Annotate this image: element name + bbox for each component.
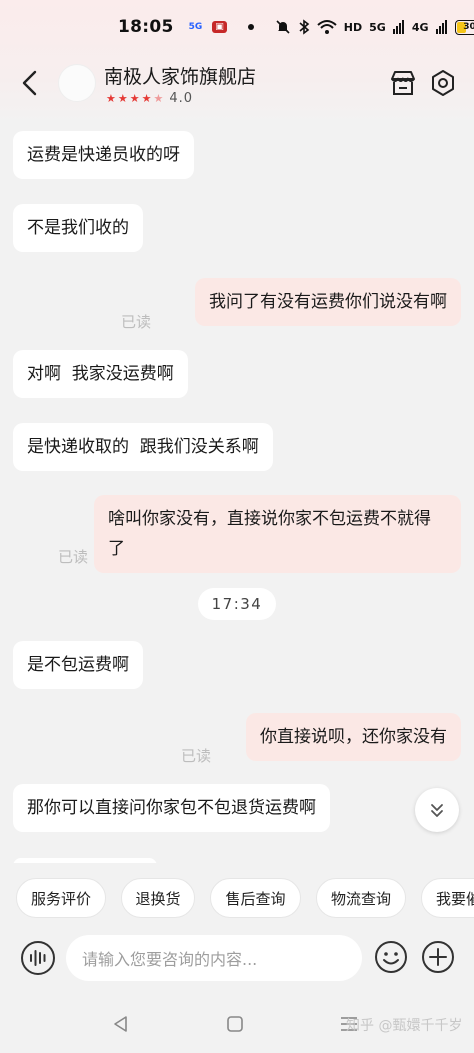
signal-5g-label: 5G	[369, 20, 386, 34]
system-nav-bar: 知乎 @甄嬛千千岁	[0, 995, 474, 1053]
nav-home-icon[interactable]	[224, 1013, 246, 1035]
signal-icon-2	[435, 20, 447, 34]
message-incoming[interactable]: 是快递收取的 跟我们没关系啊	[13, 423, 273, 471]
dot-icon	[247, 24, 254, 30]
message-incoming[interactable]: 对啊 我家没运费啊	[13, 350, 188, 398]
signal-icon	[392, 20, 404, 34]
star-icon: ★	[106, 92, 116, 105]
shop-name[interactable]: 南极人家饰旗舰店	[104, 62, 256, 89]
app-notification-icon: ▣	[212, 21, 227, 33]
message-incoming[interactable]: 不是我们收的	[13, 204, 143, 252]
wifi-icon	[317, 20, 337, 34]
signal-4g-label: 4G	[411, 20, 429, 34]
gear-icon[interactable]	[428, 68, 458, 98]
chip-service-review[interactable]: 服务评价	[16, 878, 106, 918]
star-empty-icon: ★	[153, 92, 164, 105]
message-incoming-partial	[13, 858, 157, 863]
bluetooth-icon	[299, 19, 310, 35]
read-status: 已读	[121, 313, 152, 331]
shop-rating: ★ ★ ★ ★ ★ 4.0	[106, 91, 193, 106]
mute-bell-icon	[276, 20, 290, 34]
nav-back-icon[interactable]	[110, 1013, 132, 1035]
battery-icon: 30	[454, 19, 474, 35]
star-icon: ★	[117, 92, 128, 105]
read-status: 已读	[58, 548, 89, 566]
chip-logistics[interactable]: 物流查询	[316, 878, 406, 918]
message-input[interactable]: 请输入您要咨询的内容...	[66, 935, 362, 981]
read-status: 已读	[181, 747, 212, 765]
watermark: 知乎 @甄嬛千千岁	[346, 1018, 463, 1034]
hd-icon: HD	[343, 20, 363, 34]
message-incoming[interactable]: 是不包运费啊	[13, 641, 143, 689]
chip-return-exchange[interactable]: 退换货	[121, 878, 195, 918]
status-icons: 5G ▣ HD 5G 4G 30	[186, 19, 474, 35]
back-arrow-icon[interactable]	[16, 68, 46, 98]
status-bar: 18:05 5G ▣ HD 5G 4G 30	[0, 0, 474, 54]
store-icon[interactable]	[388, 68, 418, 98]
star-icon: ★	[129, 92, 140, 105]
double-chevron-down-icon	[431, 804, 443, 817]
voice-icon[interactable]	[20, 940, 56, 976]
message-outgoing[interactable]: 我问了有没有运费你们说没有啊	[195, 278, 461, 326]
chip-urge[interactable]: 我要催	[421, 878, 474, 918]
time-divider: 17:34	[198, 588, 276, 620]
5g-network-icon: 5G	[188, 22, 203, 32]
chat-messages[interactable]: 运费是快递员收的呀 不是我们收的 已读 我问了有没有运费你们说没有啊 对啊 我家…	[0, 118, 474, 863]
battery-level: 30	[463, 22, 474, 32]
message-outgoing[interactable]: 啥叫你家没有，直接说你家不包运费不就得了	[94, 495, 461, 573]
message-incoming[interactable]: 那你可以直接问你家包不包退货运费啊	[13, 784, 330, 832]
shop-avatar[interactable]	[58, 64, 96, 102]
rating-value: 4.0	[169, 91, 194, 106]
message-outgoing[interactable]: 你直接说呗，还你家没有	[246, 713, 461, 761]
input-row: 请输入您要咨询的内容...	[0, 932, 474, 984]
message-incoming[interactable]: 运费是快递员收的呀	[13, 131, 194, 179]
scroll-to-bottom-button[interactable]	[415, 788, 459, 832]
status-time: 18:05	[118, 17, 174, 37]
chip-after-sales[interactable]: 售后查询	[210, 878, 301, 918]
quick-actions: 服务评价 退换货 售后查询 物流查询 我要催	[0, 878, 474, 920]
emoji-icon[interactable]	[374, 940, 408, 974]
star-icon: ★	[141, 92, 152, 105]
plus-icon[interactable]	[421, 940, 455, 974]
chat-header: 南极人家饰旗舰店 ★ ★ ★ ★ ★ 4.0	[0, 54, 474, 118]
